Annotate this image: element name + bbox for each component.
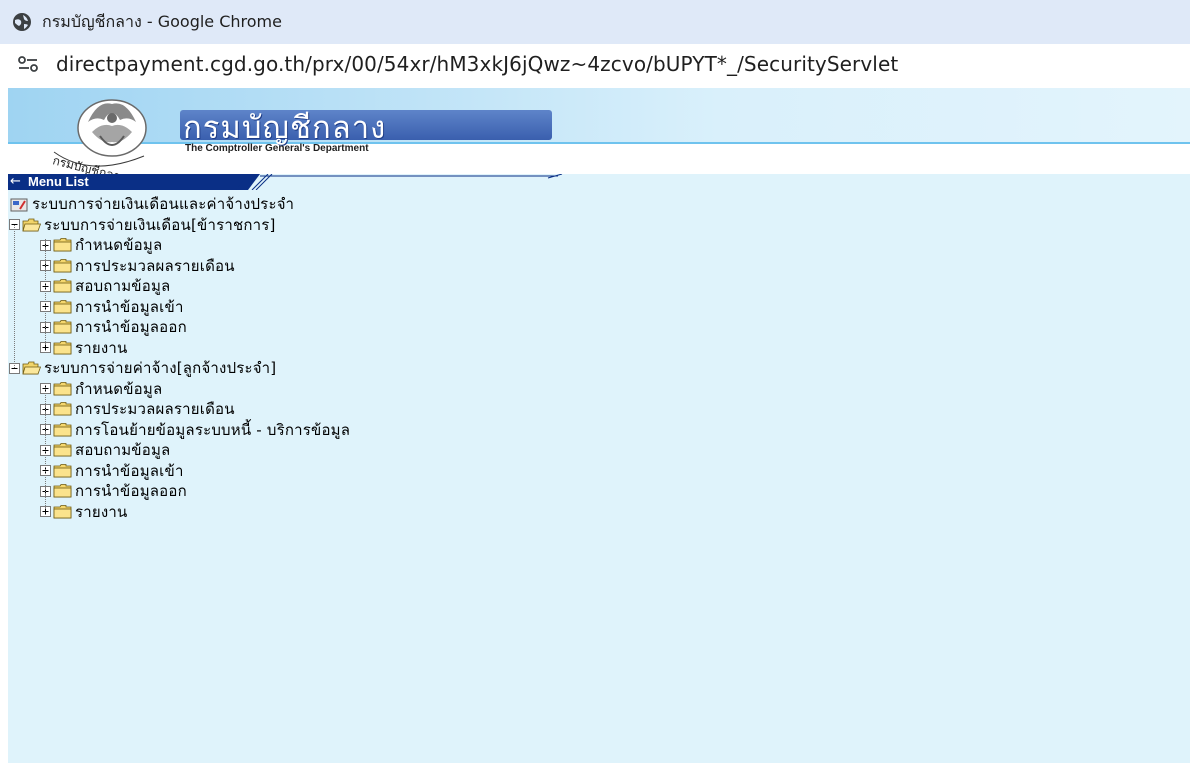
tree-item[interactable]: การนำข้อมูลเข้า (40, 461, 184, 481)
globe-icon (12, 12, 32, 32)
folder-icon (53, 463, 72, 478)
garuda-logo-icon: กรมบัญชีกลาง (51, 99, 147, 174)
header-stripe-decoration (236, 174, 563, 190)
tree-connector (45, 239, 46, 344)
tree-item[interactable]: การนำข้อมูลออก (40, 317, 187, 337)
folder-icon (53, 484, 72, 498)
window-titlebar: กรมบัญชีกลาง - Google Chrome (0, 0, 1190, 44)
tree-item[interactable]: การนำข้อมูลเข้า (40, 297, 184, 317)
tree-item[interactable]: กำหนดข้อมูล (40, 379, 162, 399)
folder-icon (53, 422, 72, 437)
expand-icon[interactable] (40, 506, 51, 517)
tree-root[interactable]: ระบบการจ่ายเงินเดือนและค่าจ้างประจำ (8, 194, 294, 214)
tree-item[interactable]: การประมวลผลรายเดือน (40, 256, 235, 276)
tree-item[interactable]: การนำข้อมูลออก (40, 481, 187, 501)
folder-icon (53, 443, 72, 457)
tree-item[interactable]: สอบถามข้อมูล (40, 276, 170, 296)
tree-group-2[interactable]: ระบบการจ่ายค่าจ้าง[ลูกจ้างประจำ] (9, 358, 276, 378)
tree-item[interactable]: การโอนย้ายข้อมูลระบบหนี้ - บริการข้อมูล (40, 420, 350, 440)
tree-item[interactable]: กำหนดข้อมูล (40, 235, 162, 255)
expand-icon[interactable] (40, 342, 51, 353)
folder-icon (53, 258, 72, 273)
page-header: กรมบัญชีกลาง กรมบัญชีกลาง The Comptrolle… (0, 84, 1190, 174)
folder-icon (53, 402, 72, 416)
site-settings-icon[interactable] (14, 50, 42, 78)
open-folder-icon (22, 218, 41, 232)
folder-icon (53, 238, 72, 252)
folder-icon (53, 504, 72, 519)
menu-list-title[interactable]: Menu List (28, 174, 89, 190)
folder-icon (53, 340, 72, 355)
system-root-icon (10, 197, 29, 212)
folder-icon (53, 299, 72, 314)
tree-group-1[interactable]: ระบบการจ่ายเงินเดือน[ข้าราชการ] (9, 215, 276, 235)
tree-item[interactable]: การประมวลผลรายเดือน (40, 399, 235, 419)
menu-frame: ← Menu List ระบบการจ่ายเงินเดือนและค่าจ้… (8, 174, 1190, 763)
tree-item[interactable]: รายงาน (40, 338, 127, 358)
folder-icon (53, 381, 72, 396)
back-arrow-icon[interactable]: ← (10, 174, 21, 190)
menu-list-header: ← Menu List (8, 174, 568, 190)
tree-connector (45, 382, 46, 508)
tree-root-connector (14, 224, 15, 368)
window-title: กรมบัญชีกลาง - Google Chrome (42, 11, 282, 31)
folder-icon (53, 279, 72, 293)
tree-item[interactable]: รายงาน (40, 502, 127, 522)
dept-name-english: The Comptroller General's Department (185, 143, 369, 154)
tree-item-label: รายงาน (75, 502, 128, 521)
url-field[interactable]: directpayment.cgd.go.th/prx/00/54xr/hM3x… (56, 52, 898, 76)
folder-icon (53, 320, 72, 334)
address-bar: directpayment.cgd.go.th/prx/00/54xr/hM3x… (0, 44, 1190, 84)
tree-item[interactable]: สอบถามข้อมูล (40, 440, 170, 460)
open-folder-icon (22, 361, 41, 375)
